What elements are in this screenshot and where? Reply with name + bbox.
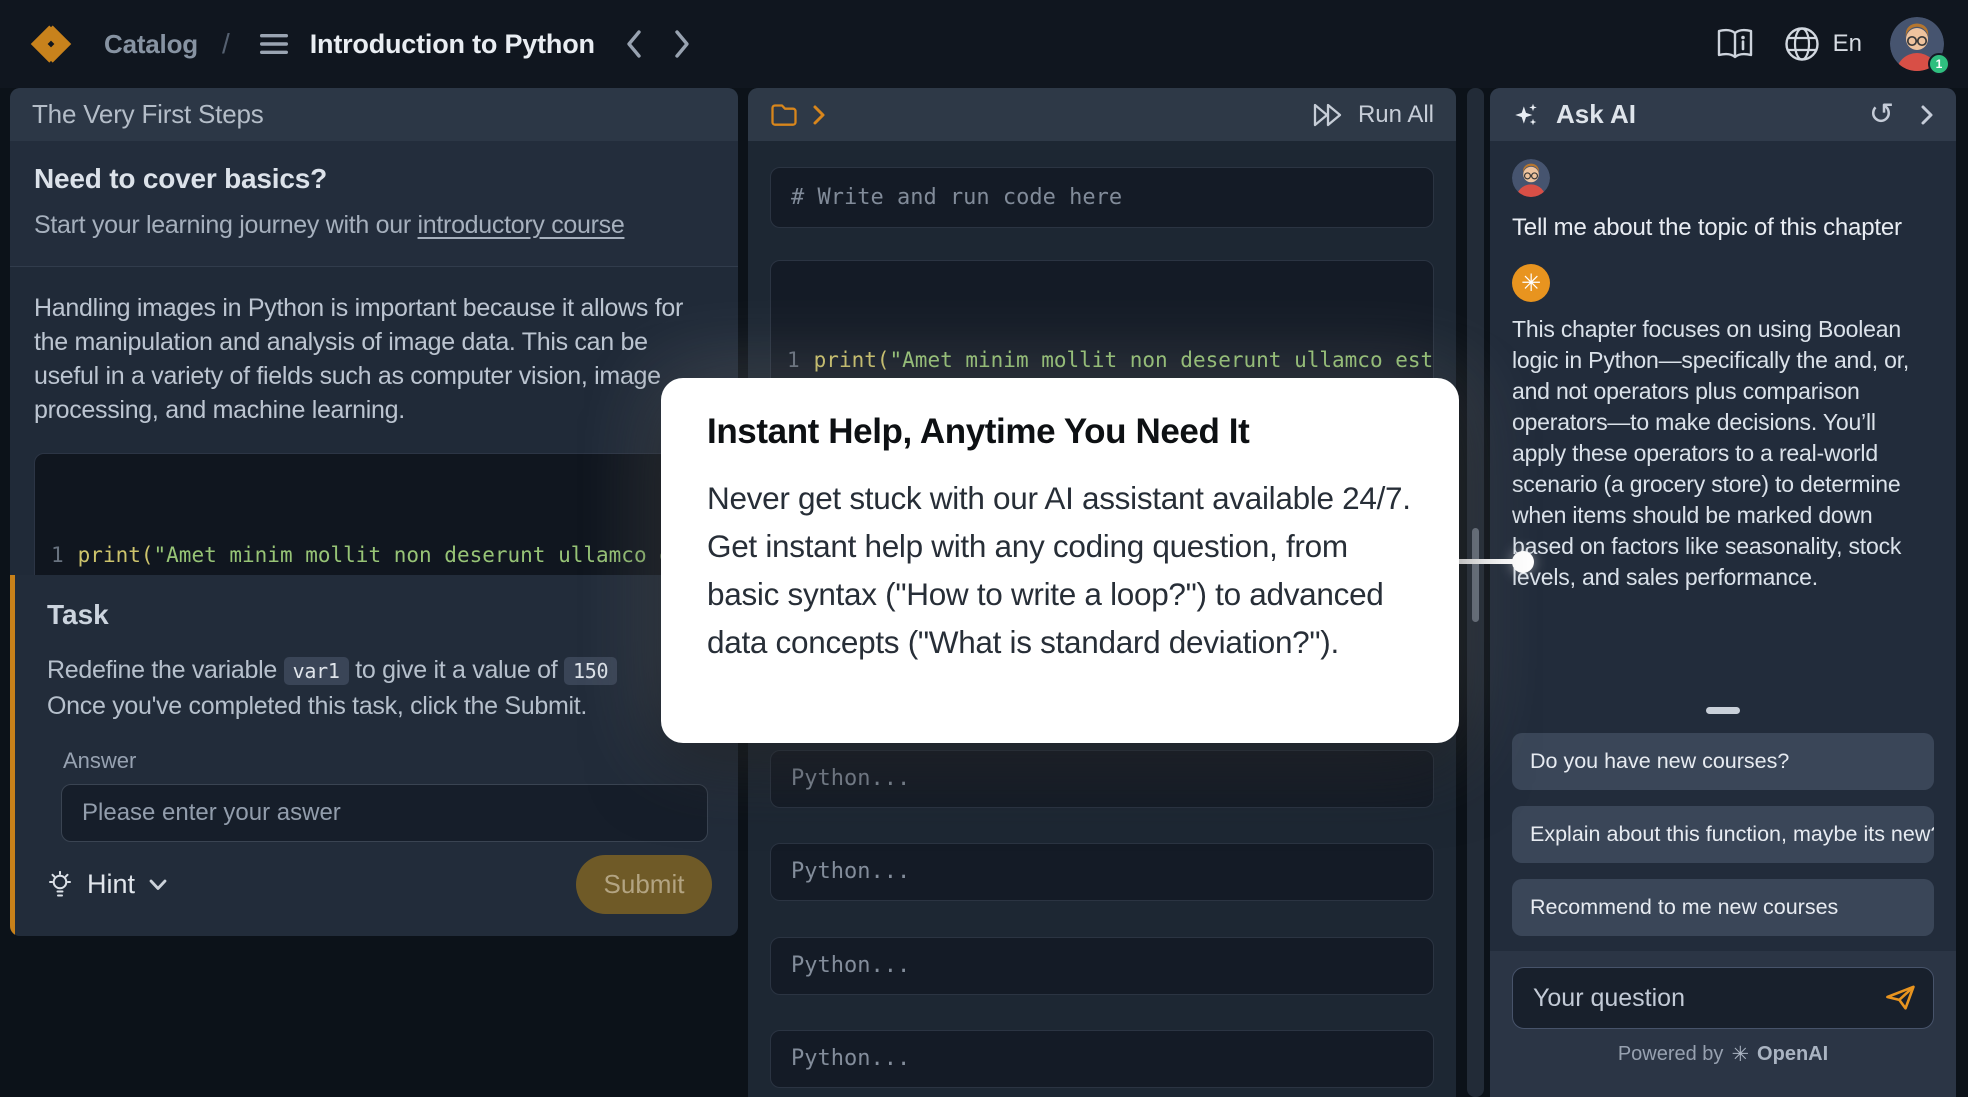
- modal-title: Instant Help, Anytime You Need It: [707, 412, 1413, 452]
- openai-logo-icon: ✳: [1731, 1042, 1749, 1067]
- openai-brand-label: OpenAI: [1757, 1043, 1828, 1066]
- suggestion-chip[interactable]: Explain about this function, maybe its n…: [1512, 806, 1934, 863]
- editor-cell-code[interactable]: 1 print("Amet minim mollit non deserunt u…: [770, 260, 1434, 390]
- editor-cell-placeholder[interactable]: Python...: [770, 843, 1434, 901]
- achievement-badge: 1: [1928, 53, 1950, 75]
- task-heading: Task: [47, 599, 712, 631]
- inline-code-150: 150: [564, 657, 617, 685]
- intro-text-plain: Start your learning journey with our: [34, 211, 418, 239]
- tooltip-connector-line: [1450, 559, 1516, 564]
- top-navigation-bar: Catalog / Introduction to Python: [0, 0, 1968, 88]
- language-label: En: [1833, 30, 1862, 58]
- openai-knot-icon: ✳: [1521, 269, 1541, 298]
- language-selector[interactable]: En: [1783, 25, 1862, 63]
- page-title: Introduction to Python: [310, 29, 595, 60]
- task-description: Redefine the variable var1 to give it a …: [47, 653, 712, 724]
- prev-lesson-button[interactable]: [625, 29, 643, 59]
- chat-user-avatar: [1512, 159, 1550, 197]
- suggestion-chip[interactable]: Recommend to me new courses: [1512, 879, 1934, 936]
- tooltip-anchor-dot: [1512, 551, 1534, 573]
- brand-diamond-icon: [24, 17, 78, 71]
- modal-body-text: Never get stuck with our AI assistant av…: [707, 474, 1413, 666]
- app-logo[interactable]: [24, 17, 78, 71]
- send-icon: [1884, 982, 1918, 1012]
- editor-cell-placeholder[interactable]: Python...: [770, 937, 1434, 995]
- ask-ai-header: Ask AI ↺: [1490, 88, 1956, 141]
- answer-label: Answer: [63, 748, 712, 774]
- files-button[interactable]: [770, 103, 798, 127]
- lightbulb-icon: [47, 871, 73, 899]
- ai-message: This chapter focuses on using Boolean lo…: [1512, 314, 1934, 593]
- editor-header: Run All: [748, 88, 1456, 141]
- refresh-chat-button[interactable]: ↺: [1869, 100, 1894, 130]
- ask-ai-panel: Ask AI ↺ Tell: [1490, 88, 1956, 1097]
- line-number: 1: [787, 348, 800, 372]
- glossary-button[interactable]: [1715, 27, 1755, 61]
- powered-by-label: Powered by: [1618, 1043, 1724, 1066]
- inline-code-var1: var1: [284, 657, 349, 685]
- intro-text: Start your learning journey with our int…: [34, 211, 714, 240]
- suggestion-chip[interactable]: Do you have new courses?: [1512, 733, 1934, 790]
- next-lesson-button[interactable]: [673, 29, 691, 59]
- topbar-actions: En 1: [1715, 17, 1944, 71]
- answer-input[interactable]: [61, 784, 708, 842]
- chevron-right-icon: [673, 29, 691, 59]
- suggestions-drag-handle[interactable]: [1706, 707, 1740, 714]
- line-number: 1: [51, 543, 64, 567]
- editor-cell-placeholder[interactable]: Python...: [770, 1030, 1434, 1088]
- hint-label: Hint: [87, 869, 135, 900]
- intro-heading: Need to cover basics?: [34, 163, 714, 195]
- code-line: 1 print("Amet minim mollit non deserunt u…: [787, 343, 1433, 378]
- send-button[interactable]: [1884, 982, 1918, 1012]
- app-window: Catalog / Introduction to Python: [0, 0, 1968, 1097]
- code-string: "Amet minim mollit non deserunt ullamco …: [154, 543, 714, 567]
- lesson-header: The Very First Steps: [10, 88, 738, 141]
- question-input[interactable]: [1512, 967, 1934, 1029]
- folder-icon: [770, 103, 798, 127]
- chevron-down-icon: [149, 879, 167, 891]
- ask-ai-footer: Powered by ✳ OpenAI: [1490, 951, 1956, 1097]
- scrollbar-thumb[interactable]: [1472, 528, 1479, 622]
- lesson-panel: The Very First Steps Need to cover basic…: [10, 88, 738, 936]
- breadcrumb-catalog-link[interactable]: Catalog: [104, 29, 198, 60]
- task-text-3: Once you've completed this task, click t…: [47, 692, 587, 720]
- hamburger-icon: [258, 31, 290, 57]
- task-footer: Hint Submit: [47, 855, 712, 914]
- expand-files-button[interactable]: [812, 104, 826, 126]
- onboarding-tooltip-modal: Instant Help, Anytime You Need It Never …: [661, 378, 1459, 743]
- run-all-label: Run All: [1358, 101, 1434, 129]
- code-line: 1 print("Amet minim mollit non deserunt u…: [51, 538, 713, 573]
- task-text-2: to give it a value of: [349, 656, 564, 684]
- code-keyword: print(: [814, 348, 890, 372]
- run-all-icon: [1312, 102, 1346, 128]
- hint-toggle[interactable]: Hint: [47, 869, 167, 900]
- submit-button[interactable]: Submit: [576, 855, 712, 914]
- globe-icon: [1783, 25, 1821, 63]
- introductory-course-link[interactable]: introductory course: [418, 211, 625, 239]
- intro-banner: Need to cover basics? Start your learnin…: [10, 141, 738, 267]
- ask-ai-title: Ask AI: [1556, 99, 1636, 130]
- editor-cell-comment[interactable]: # Write and run code here: [770, 167, 1434, 228]
- course-menu-button[interactable]: [258, 31, 290, 57]
- openai-avatar: ✳: [1512, 264, 1550, 302]
- sparkles-icon: [1512, 101, 1540, 129]
- run-all-button[interactable]: Run All: [1312, 101, 1434, 129]
- code-string: "Amet minim mollit non deserunt ullamco …: [890, 348, 1434, 372]
- lesson-paragraph: Handling images in Python is important b…: [34, 291, 714, 427]
- powered-by-row: Powered by ✳ OpenAI: [1512, 1042, 1934, 1067]
- chevron-right-orange-icon: [812, 104, 826, 126]
- task-text-1: Redefine the variable: [47, 656, 284, 684]
- code-keyword: print(: [78, 543, 154, 567]
- chat-thread: Tell me about the topic of this chapter …: [1490, 141, 1956, 593]
- breadcrumb-separator: /: [222, 28, 230, 60]
- task-section: Task Redefine the variable var1 to give …: [10, 575, 738, 936]
- book-info-icon: [1715, 27, 1755, 61]
- user-avatar[interactable]: 1: [1890, 17, 1944, 71]
- editor-cell-placeholder[interactable]: Python...: [770, 750, 1434, 808]
- collapse-panel-button[interactable]: [1920, 104, 1934, 126]
- user-message: Tell me about the topic of this chapter: [1512, 214, 1934, 242]
- chevron-left-icon: [625, 29, 643, 59]
